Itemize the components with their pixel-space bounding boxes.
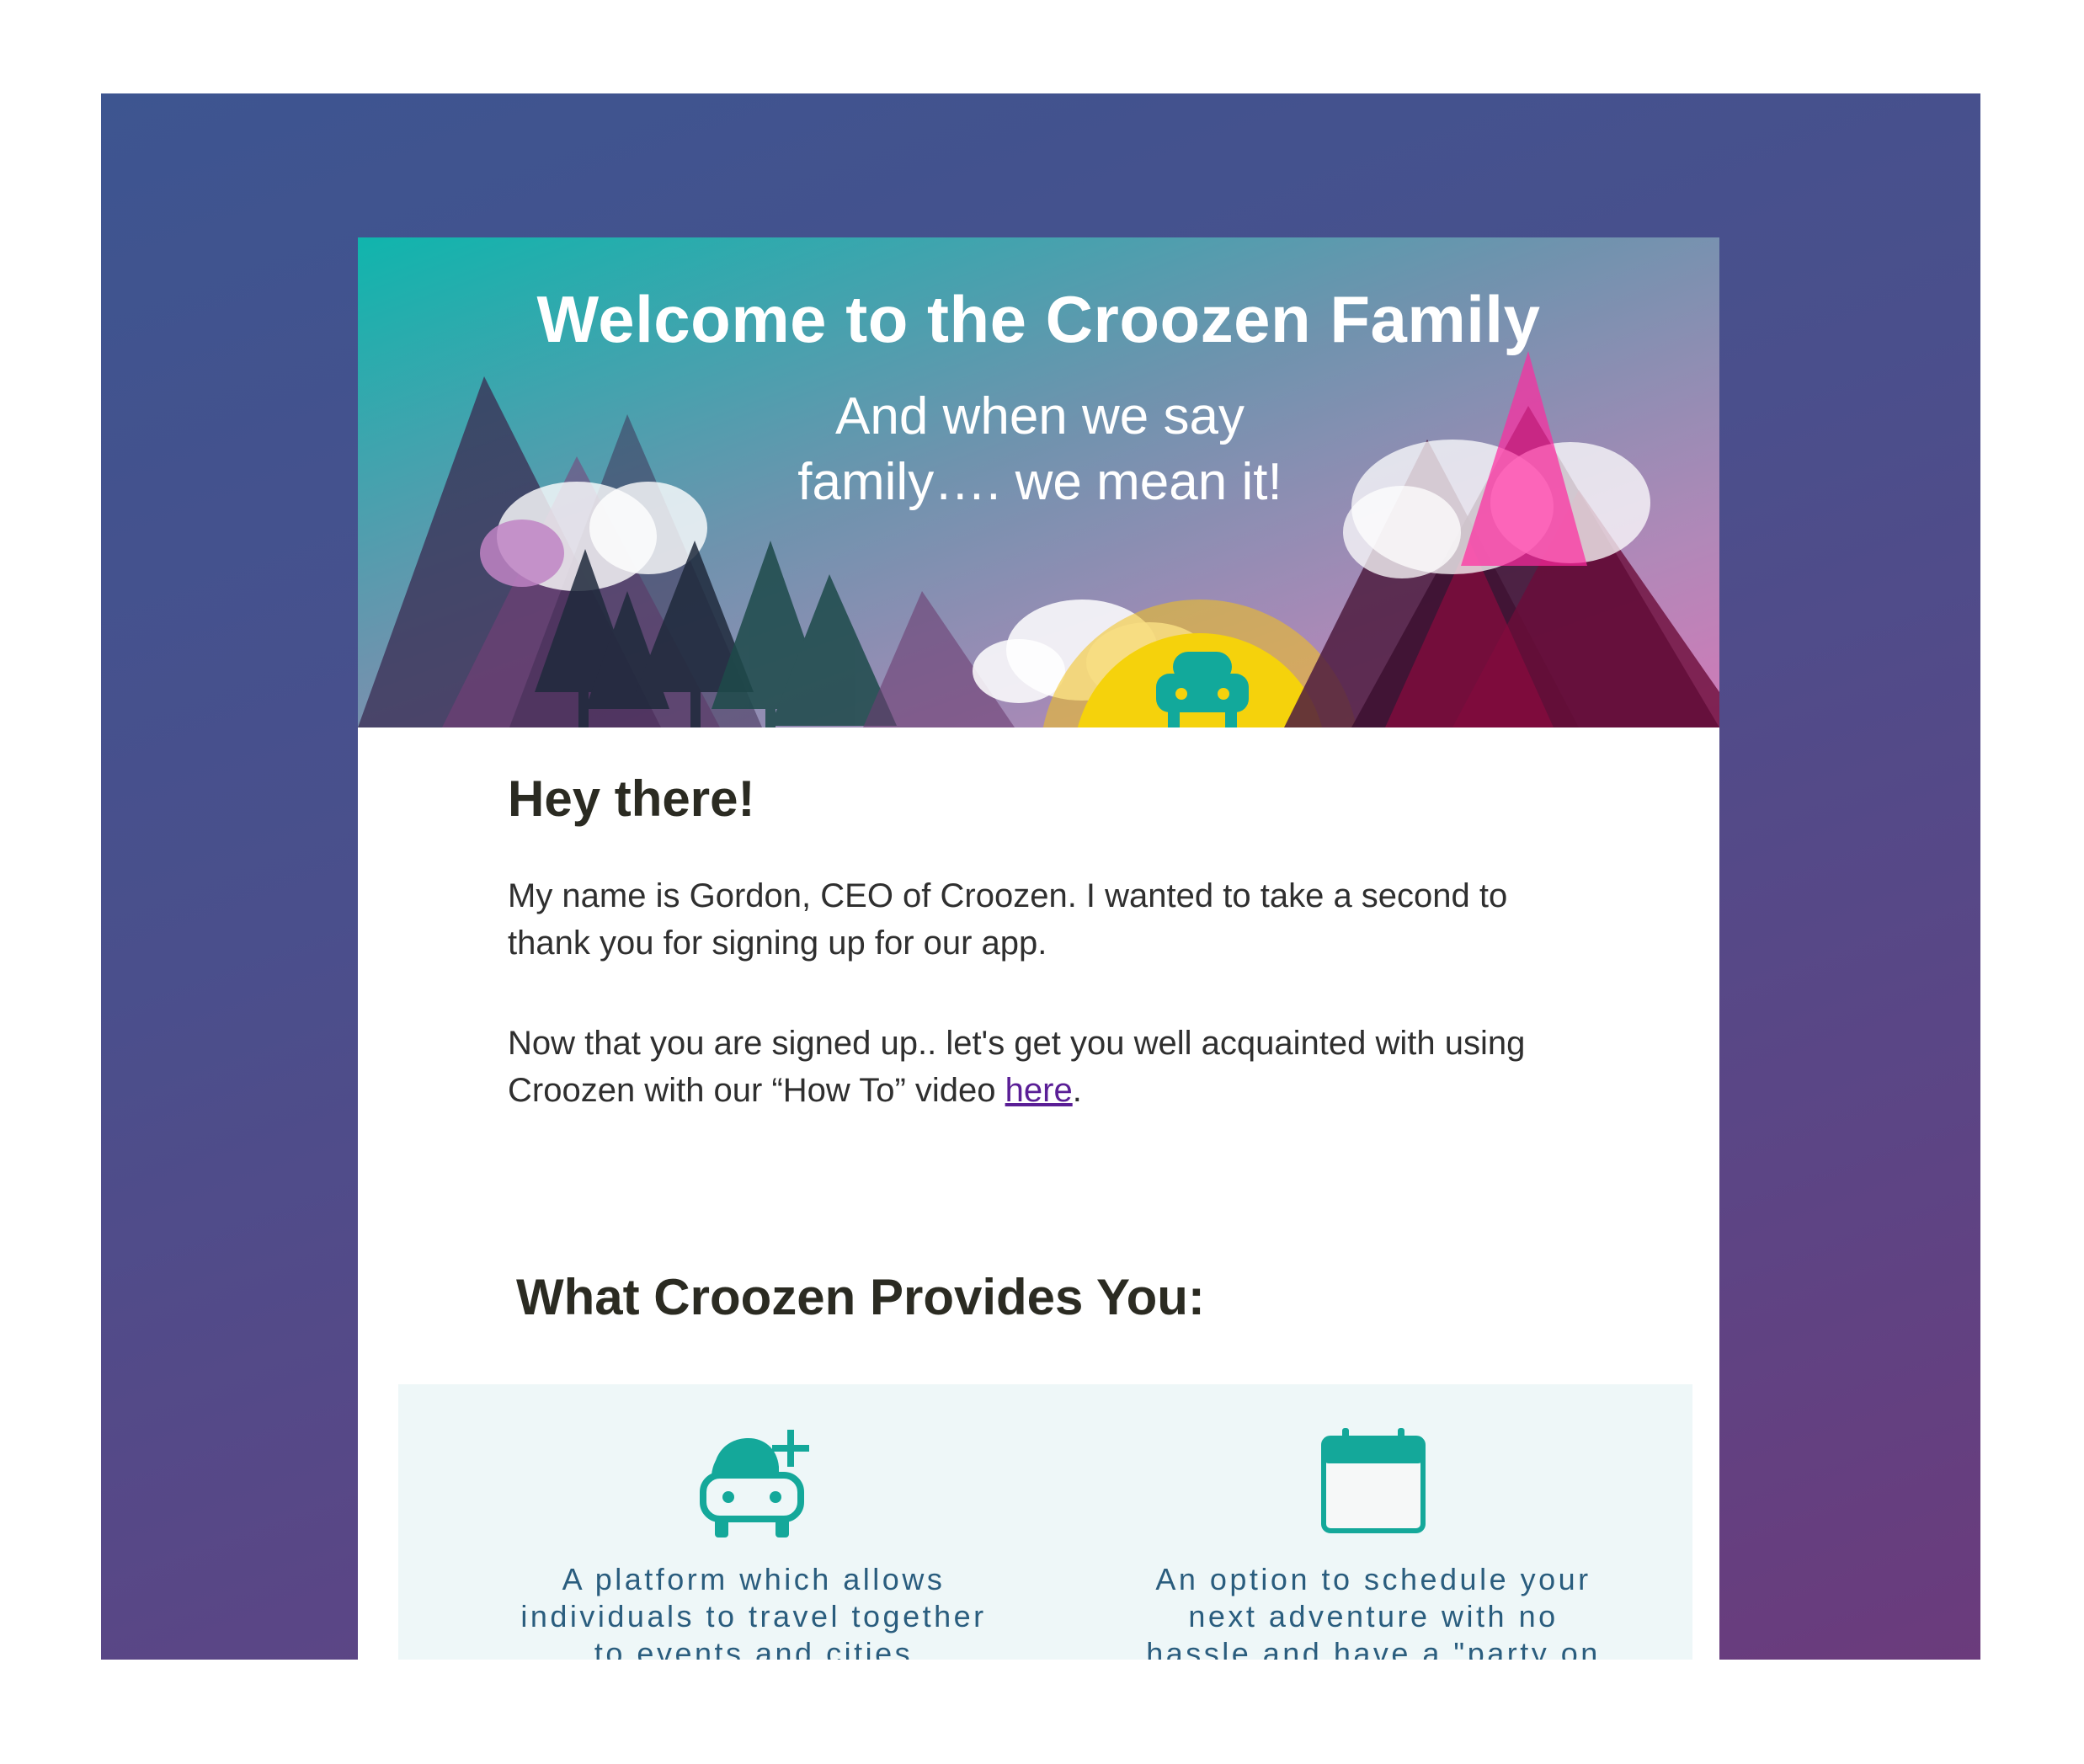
intro-paragraph: My name is Gordon, CEO of Croozen. I wan… [508, 877, 1508, 962]
feature-schedule: An option to schedule your next adventur… [1138, 1384, 1609, 1660]
how-to-paragraph: Now that you are signed up.. let's get y… [508, 1020, 1552, 1114]
feature-carpool-text: A platform which allows individuals to t… [520, 1562, 987, 1660]
hero-title: Welcome to the Croozen Family [536, 282, 1541, 356]
provides-heading: What Croozen Provides You: [516, 1269, 1205, 1325]
features-panel: A platform which allows individuals to t… [398, 1384, 1692, 1660]
feature-carpool: A platform which allows individuals to t… [518, 1384, 989, 1660]
hero-subtitle: And when we say family…. we mean it! [797, 387, 1282, 511]
car-plus-icon [695, 1426, 813, 1545]
greeting-heading: Hey there! [508, 770, 755, 827]
calendar-icon [1319, 1426, 1428, 1540]
how-to-video-link[interactable]: here [1005, 1072, 1073, 1109]
hero-banner: Welcome to the Croozen Family And when w… [358, 237, 1719, 727]
page-background: Welcome to the Croozen Family And when w… [101, 93, 1980, 1660]
how-to-period: . [1072, 1072, 1082, 1109]
feature-schedule-text: An option to schedule your next adventur… [1146, 1562, 1601, 1660]
email-card: Welcome to the Croozen Family And when w… [358, 237, 1719, 1660]
